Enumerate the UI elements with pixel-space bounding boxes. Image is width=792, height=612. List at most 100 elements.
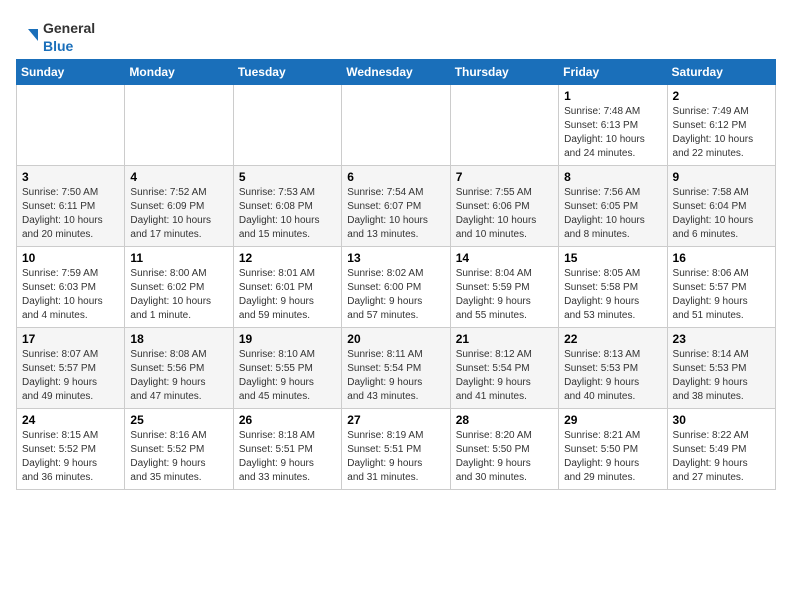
day-info: Sunrise: 8:22 AM Sunset: 5:49 PM Dayligh… [673, 429, 770, 485]
calendar-cell [233, 85, 341, 166]
weekday-header-friday: Friday [559, 60, 667, 85]
day-info: Sunrise: 8:19 AM Sunset: 5:51 PM Dayligh… [347, 429, 444, 485]
calendar-cell: 10Sunrise: 7:59 AM Sunset: 6:03 PM Dayli… [17, 247, 125, 328]
calendar-cell: 13 Sunrise: 8:02 AM Sunset: 6:00 PM Dayli… [342, 247, 450, 328]
calendar-cell: 22 Sunrise: 8:13 AM Sunset: 5:53 PM Dayli… [559, 328, 667, 409]
calendar-cell: 24 Sunrise: 8:15 AM Sunset: 5:52 PM Dayli… [17, 409, 125, 490]
calendar: SundayMondayTuesdayWednesdayThursdayFrid… [16, 59, 776, 490]
day-number: 24 [22, 413, 119, 427]
calendar-cell [342, 85, 450, 166]
day-number: 28 [456, 413, 553, 427]
header: General Blue [16, 16, 776, 55]
day-info: Sunrise: 8:21 AM Sunset: 5:50 PM Dayligh… [564, 429, 661, 485]
weekday-header-thursday: Thursday [450, 60, 558, 85]
logo-icon [16, 27, 38, 49]
day-number: 3 [22, 170, 119, 184]
day-info: Sunrise: 7:52 AM Sunset: 6:09 PM Dayligh… [130, 186, 227, 242]
day-number: 1 [564, 89, 661, 103]
calendar-cell [125, 85, 233, 166]
day-number: 29 [564, 413, 661, 427]
weekday-header-monday: Monday [125, 60, 233, 85]
calendar-cell: 14 Sunrise: 8:04 AM Sunset: 5:59 PM Dayli… [450, 247, 558, 328]
day-info: Sunrise: 7:53 AM Sunset: 6:08 PM Dayligh… [239, 186, 336, 242]
day-info: Sunrise: 7:58 AM Sunset: 6:04 PM Dayligh… [673, 186, 770, 242]
logo-container: General Blue [16, 20, 95, 55]
day-number: 14 [456, 251, 553, 265]
day-number: 10 [22, 251, 119, 265]
calendar-cell: 25Sunrise: 8:16 AM Sunset: 5:52 PM Dayli… [125, 409, 233, 490]
calendar-cell: 1 Sunrise: 7:48 AM Sunset: 6:13 PM Daylig… [559, 85, 667, 166]
day-info: Sunrise: 8:10 AM Sunset: 5:55 PM Dayligh… [239, 348, 336, 404]
calendar-cell [450, 85, 558, 166]
calendar-cell: 23 Sunrise: 8:14 AM Sunset: 5:53 PM Dayli… [667, 328, 775, 409]
day-number: 18 [130, 332, 227, 346]
day-info: Sunrise: 8:15 AM Sunset: 5:52 PM Dayligh… [22, 429, 119, 485]
weekday-header-saturday: Saturday [667, 60, 775, 85]
calendar-cell: 15 Sunrise: 8:05 AM Sunset: 5:58 PM Dayli… [559, 247, 667, 328]
day-info: Sunrise: 7:55 AM Sunset: 6:06 PM Dayligh… [456, 186, 553, 242]
logo-text-general: General [43, 20, 95, 36]
day-info: Sunrise: 8:02 AM Sunset: 6:00 PM Dayligh… [347, 267, 444, 323]
calendar-cell: 30 Sunrise: 8:22 AM Sunset: 5:49 PM Dayli… [667, 409, 775, 490]
calendar-cell [17, 85, 125, 166]
calendar-cell: 6Sunrise: 7:54 AM Sunset: 6:07 PM Daylig… [342, 166, 450, 247]
calendar-week-row: 1 Sunrise: 7:48 AM Sunset: 6:13 PM Daylig… [17, 85, 776, 166]
day-info: Sunrise: 7:48 AM Sunset: 6:13 PM Dayligh… [564, 105, 661, 161]
day-number: 4 [130, 170, 227, 184]
calendar-week-row: 3 Sunrise: 7:50 AM Sunset: 6:11 PM Daylig… [17, 166, 776, 247]
calendar-cell: 27 Sunrise: 8:19 AM Sunset: 5:51 PM Dayli… [342, 409, 450, 490]
day-number: 9 [673, 170, 770, 184]
calendar-cell: 2 Sunrise: 7:49 AM Sunset: 6:12 PM Daylig… [667, 85, 775, 166]
day-number: 20 [347, 332, 444, 346]
calendar-cell: 20 Sunrise: 8:11 AM Sunset: 5:54 PM Dayli… [342, 328, 450, 409]
calendar-cell: 29 Sunrise: 8:21 AM Sunset: 5:50 PM Dayli… [559, 409, 667, 490]
day-info: Sunrise: 8:00 AM Sunset: 6:02 PM Dayligh… [130, 267, 227, 323]
weekday-header-sunday: Sunday [17, 60, 125, 85]
day-info: Sunrise: 8:13 AM Sunset: 5:53 PM Dayligh… [564, 348, 661, 404]
day-number: 2 [673, 89, 770, 103]
day-info: Sunrise: 8:04 AM Sunset: 5:59 PM Dayligh… [456, 267, 553, 323]
day-number: 5 [239, 170, 336, 184]
day-info: Sunrise: 8:12 AM Sunset: 5:54 PM Dayligh… [456, 348, 553, 404]
weekday-header-wednesday: Wednesday [342, 60, 450, 85]
calendar-cell: 21Sunrise: 8:12 AM Sunset: 5:54 PM Dayli… [450, 328, 558, 409]
day-number: 7 [456, 170, 553, 184]
calendar-week-row: 10Sunrise: 7:59 AM Sunset: 6:03 PM Dayli… [17, 247, 776, 328]
calendar-cell: 7 Sunrise: 7:55 AM Sunset: 6:06 PM Daylig… [450, 166, 558, 247]
calendar-week-row: 17Sunrise: 8:07 AM Sunset: 5:57 PM Dayli… [17, 328, 776, 409]
day-number: 13 [347, 251, 444, 265]
day-info: Sunrise: 7:56 AM Sunset: 6:05 PM Dayligh… [564, 186, 661, 242]
day-number: 23 [673, 332, 770, 346]
day-info: Sunrise: 8:14 AM Sunset: 5:53 PM Dayligh… [673, 348, 770, 404]
calendar-cell: 3 Sunrise: 7:50 AM Sunset: 6:11 PM Daylig… [17, 166, 125, 247]
day-info: Sunrise: 8:18 AM Sunset: 5:51 PM Dayligh… [239, 429, 336, 485]
day-number: 17 [22, 332, 119, 346]
day-info: Sunrise: 8:11 AM Sunset: 5:54 PM Dayligh… [347, 348, 444, 404]
calendar-cell: 11 Sunrise: 8:00 AM Sunset: 6:02 PM Dayli… [125, 247, 233, 328]
calendar-cell: 12 Sunrise: 8:01 AM Sunset: 6:01 PM Dayli… [233, 247, 341, 328]
calendar-cell: 4 Sunrise: 7:52 AM Sunset: 6:09 PM Daylig… [125, 166, 233, 247]
calendar-cell: 28 Sunrise: 8:20 AM Sunset: 5:50 PM Dayli… [450, 409, 558, 490]
day-number: 19 [239, 332, 336, 346]
day-number: 27 [347, 413, 444, 427]
day-number: 22 [564, 332, 661, 346]
day-info: Sunrise: 8:16 AM Sunset: 5:52 PM Dayligh… [130, 429, 227, 485]
day-info: Sunrise: 7:50 AM Sunset: 6:11 PM Dayligh… [22, 186, 119, 242]
calendar-cell: 26Sunrise: 8:18 AM Sunset: 5:51 PM Dayli… [233, 409, 341, 490]
calendar-cell: 18Sunrise: 8:08 AM Sunset: 5:56 PM Dayli… [125, 328, 233, 409]
day-info: Sunrise: 7:49 AM Sunset: 6:12 PM Dayligh… [673, 105, 770, 161]
calendar-cell: 16Sunrise: 8:06 AM Sunset: 5:57 PM Dayli… [667, 247, 775, 328]
day-info: Sunrise: 8:01 AM Sunset: 6:01 PM Dayligh… [239, 267, 336, 323]
day-number: 12 [239, 251, 336, 265]
day-number: 8 [564, 170, 661, 184]
day-number: 11 [130, 251, 227, 265]
day-number: 15 [564, 251, 661, 265]
calendar-cell: 9 Sunrise: 7:58 AM Sunset: 6:04 PM Daylig… [667, 166, 775, 247]
calendar-cell: 17Sunrise: 8:07 AM Sunset: 5:57 PM Dayli… [17, 328, 125, 409]
day-number: 30 [673, 413, 770, 427]
calendar-week-row: 24 Sunrise: 8:15 AM Sunset: 5:52 PM Dayli… [17, 409, 776, 490]
day-info: Sunrise: 8:20 AM Sunset: 5:50 PM Dayligh… [456, 429, 553, 485]
weekday-header-row: SundayMondayTuesdayWednesdayThursdayFrid… [17, 60, 776, 85]
calendar-cell: 5 Sunrise: 7:53 AM Sunset: 6:08 PM Daylig… [233, 166, 341, 247]
day-info: Sunrise: 8:05 AM Sunset: 5:58 PM Dayligh… [564, 267, 661, 323]
